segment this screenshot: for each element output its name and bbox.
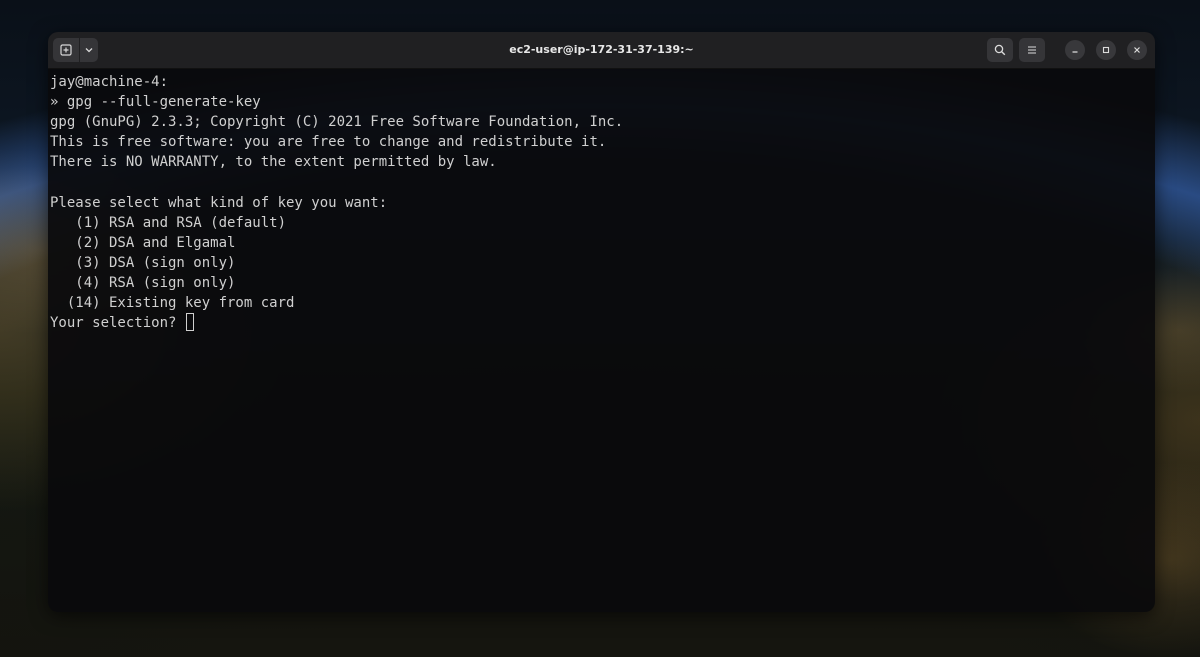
terminal-window: ec2-user@ip-172-31-37-139:~ jay@machine-… (48, 32, 1155, 612)
terminal-line-license: This is free software: you are free to c… (50, 134, 607, 151)
tab-dropdown-button[interactable] (80, 38, 98, 62)
search-button[interactable] (987, 38, 1013, 62)
minimize-icon (1072, 51, 1078, 53)
chevron-down-icon (85, 48, 93, 53)
terminal-line-option-1: (1) RSA and RSA (default) (50, 214, 287, 231)
terminal-line-selection-input[interactable]: Your selection? (50, 313, 1155, 333)
maximize-button[interactable] (1096, 40, 1116, 60)
terminal-line-warranty: There is NO WARRANTY, to the extent perm… (50, 154, 497, 171)
text-cursor (185, 313, 194, 332)
terminal-line-option-2: (2) DSA and Elgamal (50, 234, 236, 251)
maximize-icon (1102, 46, 1110, 54)
tab-controls (53, 38, 98, 62)
title-bar[interactable]: ec2-user@ip-172-31-37-139:~ (48, 32, 1155, 69)
selection-prompt-text: Your selection? (50, 315, 185, 332)
terminal-line-command: » gpg --full-generate-key (50, 94, 261, 111)
window-controls (981, 38, 1147, 62)
terminal-line-prompt-host: jay@machine-4: (50, 74, 169, 90)
close-button[interactable] (1127, 40, 1147, 60)
new-tab-button[interactable] (53, 38, 80, 62)
terminal-line-version: gpg (GnuPG) 2.3.3; Copyright (C) 2021 Fr… (50, 114, 624, 131)
terminal-line-option-14: (14) Existing key from card (50, 295, 295, 312)
menu-button[interactable] (1019, 38, 1045, 62)
terminal-line-option-3: (3) DSA (sign only) (50, 254, 236, 271)
search-icon (994, 44, 1006, 56)
terminal-line-option-4: (4) RSA (sign only) (50, 274, 236, 291)
terminal-output[interactable]: jay@machine-4: » gpg --full-generate-key… (48, 69, 1155, 612)
close-icon (1134, 47, 1140, 53)
minimize-button[interactable] (1065, 40, 1085, 60)
terminal-line-select-prompt: Please select what kind of key you want: (50, 194, 388, 211)
new-tab-icon (60, 44, 72, 56)
hamburger-menu-icon (1028, 46, 1036, 54)
